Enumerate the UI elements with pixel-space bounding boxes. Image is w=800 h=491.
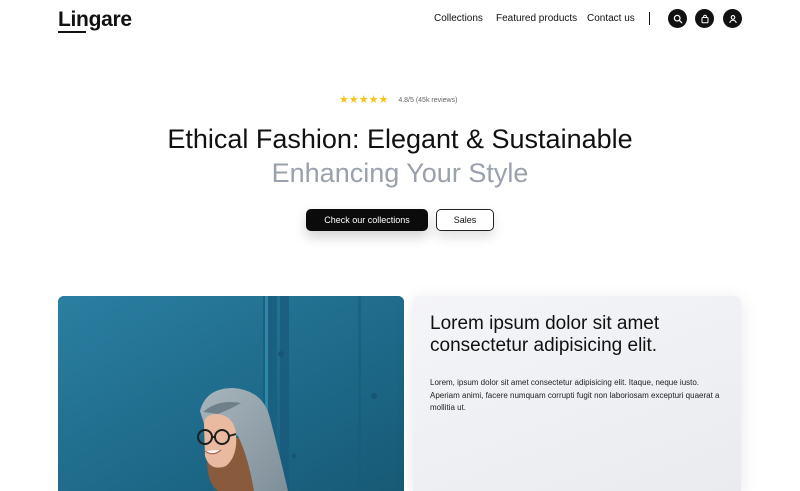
cart-button[interactable] — [695, 9, 714, 28]
hero-photo — [58, 296, 404, 491]
feature-description: Lorem, ipsum dolor sit amet consectetur … — [430, 378, 720, 412]
rating-stars: ★★★★★ — [339, 94, 389, 106]
check-collections-button[interactable]: Check our collections — [306, 209, 428, 231]
logo-underline — [58, 31, 86, 33]
user-icon — [728, 14, 737, 23]
nav-link-featured-products[interactable]: Featured products — [496, 13, 577, 24]
brand-logo[interactable]: Lingare — [58, 8, 132, 32]
hero-subtitle: Enhancing Your Style — [271, 158, 529, 188]
nav-divider — [649, 12, 650, 25]
feature-title: Lorem ipsum dolor sit amet consectetur a… — [430, 313, 660, 356]
rating: ★★★★★ 4.8/5 (45k reviews) — [339, 94, 457, 106]
hero-title: Ethical Fashion: Elegant & Sustainable — [167, 124, 633, 154]
search-icon — [673, 14, 682, 23]
rating-text: 4.8/5 (45k reviews) — [398, 96, 458, 104]
bag-icon — [701, 14, 708, 23]
account-button[interactable] — [723, 9, 742, 28]
hero-photo-illustration — [58, 296, 404, 491]
nav-link-contact-us[interactable]: Contact us — [587, 13, 635, 24]
feature-card: Lorem ipsum dolor sit amet consectetur a… — [413, 296, 741, 491]
sales-button[interactable]: Sales — [436, 209, 494, 231]
nav-link-collections[interactable]: Collections — [434, 13, 483, 24]
search-button[interactable] — [668, 9, 687, 28]
